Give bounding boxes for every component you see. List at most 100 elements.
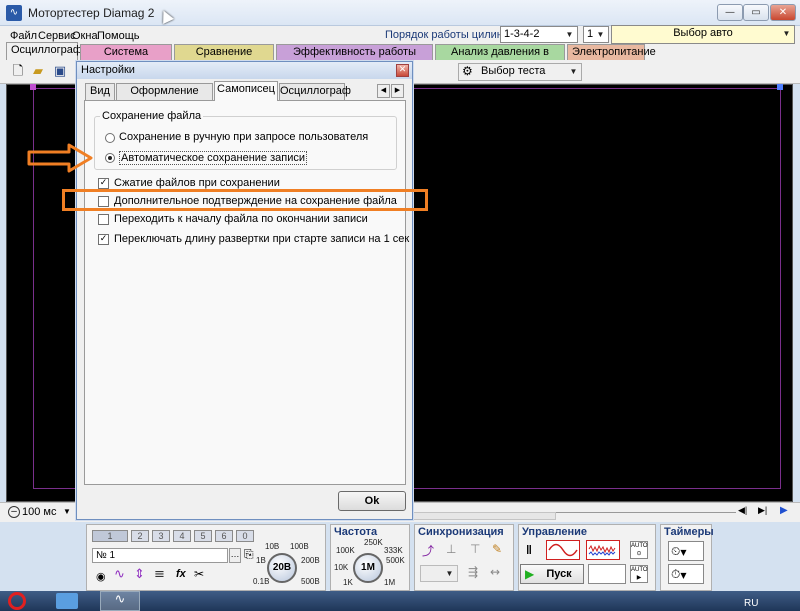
compress-files-label[interactable]: Сжатие файлов при сохранении xyxy=(114,177,280,189)
sine-wave-icon xyxy=(548,543,578,557)
volt-scale-label: 10В xyxy=(265,542,280,551)
probe-settings-icon[interactable]: ⎘ xyxy=(244,547,254,562)
dialog-tab-view[interactable]: Вид xyxy=(85,83,115,100)
chevron-down-icon: ▼ xyxy=(565,30,574,39)
timebase-chevron-icon[interactable]: ▼ xyxy=(63,507,71,516)
folder-taskbar-icon[interactable] xyxy=(56,593,78,609)
sync-arrows-icon[interactable]: ↔ xyxy=(490,565,500,579)
channel-button-2[interactable]: 2 xyxy=(131,530,149,542)
sync-up-icon[interactable]: ⊥ xyxy=(446,542,456,556)
ok-button[interactable]: Ok xyxy=(338,491,406,511)
vertical-arrows-icon[interactable]: ⇕ xyxy=(134,567,145,582)
chevron-down-icon: ▼ xyxy=(445,569,454,578)
auto-select[interactable]: Выбор авто ▼ xyxy=(611,25,795,44)
close-button[interactable]: ✕ xyxy=(770,4,796,21)
channel-button-6[interactable]: 6 xyxy=(215,530,233,542)
channel-label: 6 xyxy=(221,531,227,541)
switch-sweep-label[interactable]: Переключать длину развертки при старте з… xyxy=(114,233,409,245)
maximize-button[interactable]: ▭ xyxy=(743,4,769,21)
chevron-down-icon: ▼ xyxy=(569,67,578,76)
tab-scroll-left-icon[interactable]: ◀ xyxy=(377,84,390,98)
volt-scale-label: 200В xyxy=(301,556,320,565)
channel-label: 1 xyxy=(107,531,113,541)
minimize-button[interactable]: — xyxy=(717,4,743,21)
menu-file[interactable]: Файл xyxy=(10,30,37,42)
cylinder-order-select[interactable]: 1-3-4-2 ▼ xyxy=(500,26,578,43)
timebase-value[interactable]: 100 мс xyxy=(22,506,56,518)
timer-1-button[interactable]: ⏲▼ xyxy=(668,541,704,561)
tools-icon[interactable]: ✂ xyxy=(194,567,204,581)
manual-save-label[interactable]: Сохранение в ручную при запросе пользова… xyxy=(119,131,368,143)
save-icon[interactable]: ▣ xyxy=(52,64,68,80)
cylinder-count-select[interactable]: 1 ▼ xyxy=(583,26,609,43)
menu-windows[interactable]: Окна xyxy=(72,30,98,42)
switch-sweep-checkbox[interactable]: ✓ xyxy=(98,234,109,245)
tab-cylinder-efficiency[interactable]: Эффективность работы цилиндров xyxy=(276,44,433,72)
auto-record-icon[interactable]: AUTO ▶ xyxy=(630,565,648,583)
dialog-tab-oscilloscope[interactable]: Осциллограф xyxy=(279,83,351,100)
frequency-knob[interactable]: 1М xyxy=(353,553,383,583)
volt-knob[interactable]: 20В xyxy=(267,553,297,583)
language-indicator[interactable]: RU xyxy=(744,598,758,609)
probe-more-button[interactable]: … xyxy=(229,548,241,563)
auto-save-label[interactable]: Автоматическое сохранение записи xyxy=(119,151,308,165)
noise-mode-button[interactable] xyxy=(586,540,620,560)
tab-cylinder-compare[interactable]: Сравнение цилиндров xyxy=(174,44,274,72)
skip-start-icon[interactable]: ◀| xyxy=(738,505,747,516)
sync-channel-select[interactable]: ▼ xyxy=(420,565,458,582)
annotation-arrow-icon xyxy=(27,143,93,173)
goto-start-label[interactable]: Переходить к началу файла по окончании з… xyxy=(114,213,368,225)
freq-scale-label: 10K xyxy=(334,563,349,572)
volt-scale-label: 1В xyxy=(256,556,266,565)
channel-button-5[interactable]: 5 xyxy=(194,530,212,542)
channel-button-1[interactable]: 1 xyxy=(92,530,128,542)
skip-end-icon[interactable]: ▶| xyxy=(758,505,767,516)
manual-save-radio[interactable] xyxy=(105,133,115,143)
diamag-taskbar-icon[interactable]: ∿ xyxy=(100,591,140,611)
timer-2-button[interactable]: ⏱▼ xyxy=(668,564,704,584)
pause-icon[interactable]: ‖ xyxy=(526,543,532,557)
channel-label: 3 xyxy=(158,531,164,541)
sync-pen-icon[interactable]: ✎ xyxy=(492,542,502,556)
goto-start-checkbox[interactable] xyxy=(98,214,109,225)
new-file-icon[interactable]: 🗋 xyxy=(10,64,26,80)
channel-button-4[interactable]: 4 xyxy=(173,530,191,542)
sine-mode-button[interactable] xyxy=(546,540,580,560)
auto-gauge-icon[interactable]: AUTO ⊙ xyxy=(630,541,648,559)
eye-icon[interactable]: ◉ xyxy=(96,570,106,583)
freq-scale-label: 1M xyxy=(384,578,396,587)
test-select-label: Выбор теста xyxy=(481,65,546,77)
channel-button-3[interactable]: 3 xyxy=(152,530,170,542)
test-icon: ⚙ xyxy=(462,64,473,78)
tab-ignition[interactable]: Система зажигания xyxy=(80,44,172,72)
sync-level-icon[interactable]: ⇶ xyxy=(468,565,478,579)
menu-service[interactable]: Сервис xyxy=(38,30,76,42)
empty-mode-button[interactable] xyxy=(588,564,626,584)
frequency-title: Частота xyxy=(334,526,378,538)
function-icon[interactable]: fx xyxy=(176,568,186,580)
tab-oscilloscope[interactable]: Осциллограф xyxy=(6,42,82,60)
tab-scroll-right-icon[interactable]: ▶ xyxy=(391,84,404,98)
wave-purple-icon[interactable]: ∿ xyxy=(114,567,125,582)
play-icon[interactable]: ▶ xyxy=(780,505,788,516)
compress-files-checkbox[interactable]: ✓ xyxy=(98,178,109,189)
dialog-tab-general-style[interactable]: Оформление общее xyxy=(116,83,213,112)
probe-input[interactable]: № 1 xyxy=(92,548,228,563)
control-title: Управление xyxy=(522,526,588,538)
tab-power[interactable]: Электропитание xyxy=(567,44,656,60)
auto-save-radio[interactable] xyxy=(105,153,115,163)
tab-pressure-analysis[interactable]: Анализ давления в цилиндре xyxy=(435,44,565,72)
dialog-close-button[interactable]: ✕ xyxy=(396,64,409,77)
open-folder-icon[interactable]: ▰ xyxy=(30,64,46,80)
channel-button-0[interactable]: 0 xyxy=(236,530,254,542)
sync-down-icon[interactable]: ⊤ xyxy=(470,542,480,556)
menu-help[interactable]: Помощь xyxy=(97,30,140,42)
zoom-out-icon[interactable]: – xyxy=(8,506,20,518)
tab-label: Вид xyxy=(90,85,110,97)
test-select[interactable]: Выбор теста ▼ xyxy=(458,63,582,81)
lines-icon[interactable]: ≡ xyxy=(154,567,165,582)
opera-icon[interactable] xyxy=(8,592,26,610)
channel-label: 4 xyxy=(179,531,185,541)
dialog-tab-recorder[interactable]: Самописец xyxy=(214,81,278,101)
sync-rise-icon[interactable]: ⤴ xyxy=(422,542,434,559)
